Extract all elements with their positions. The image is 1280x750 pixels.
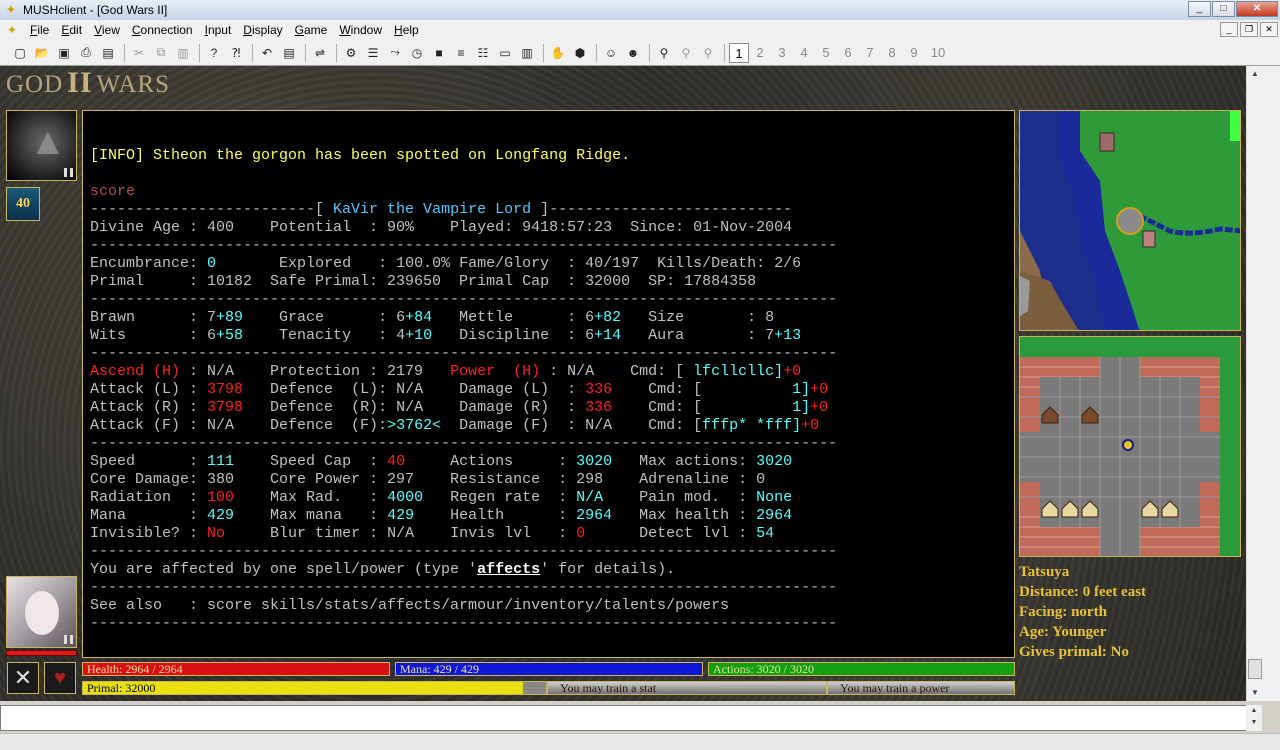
help-icon[interactable]: ? bbox=[204, 43, 224, 63]
scroll-down-icon[interactable]: ▼ bbox=[1247, 685, 1263, 701]
menu-edit[interactable]: Edit bbox=[55, 20, 88, 40]
app-icon: ✦ bbox=[5, 2, 17, 17]
print-icon[interactable]: ⎙ bbox=[76, 43, 96, 63]
notes-icon[interactable]: ▤ bbox=[279, 43, 299, 63]
list-icon[interactable]: ☰ bbox=[363, 43, 383, 63]
grip-icon bbox=[64, 168, 73, 177]
menu-bar: ✦ File Edit View Connection Input Displa… bbox=[0, 20, 1280, 40]
mdi-restore-button[interactable]: ❐ bbox=[1240, 22, 1258, 37]
command-scrollbar[interactable]: ▲ ▼ bbox=[1246, 705, 1262, 731]
window-edge bbox=[1262, 66, 1280, 701]
connect-icon[interactable]: ⇌ bbox=[310, 43, 330, 63]
game-logo: GOD II WARS bbox=[6, 66, 170, 99]
train-power-bar[interactable]: You may train a power bbox=[827, 681, 1015, 695]
world-tab-3[interactable]: 3 bbox=[771, 43, 793, 63]
scroll-up-icon[interactable]: ▲ bbox=[1247, 66, 1263, 82]
chat-icon[interactable]: ☺ bbox=[601, 43, 621, 63]
actions-bar: Actions: 3020 / 3020 bbox=[708, 662, 1015, 676]
portrait-health-bar bbox=[6, 650, 77, 656]
highlight-icon[interactable]: ✋ bbox=[548, 43, 568, 63]
menu-display[interactable]: Display bbox=[237, 20, 288, 40]
copy-icon[interactable]: ⧉ bbox=[151, 43, 171, 63]
document-icon[interactable]: ✦ bbox=[4, 22, 20, 38]
status-bar bbox=[0, 733, 1280, 750]
menu-help[interactable]: Help bbox=[388, 20, 425, 40]
minimize-button[interactable]: _ bbox=[1188, 1, 1211, 17]
timer-icon[interactable]: ◷ bbox=[407, 43, 427, 63]
cut-icon[interactable]: ✂ bbox=[129, 43, 149, 63]
grip-icon bbox=[64, 635, 73, 644]
target-primal: Gives primal: No bbox=[1019, 644, 1129, 660]
trigger-icon[interactable]: ☷ bbox=[473, 43, 493, 63]
train-stat-bar[interactable]: You may train a stat bbox=[547, 681, 827, 695]
open-icon[interactable]: 📂 bbox=[32, 43, 52, 63]
find-icon[interactable]: ⚲ bbox=[654, 43, 674, 63]
close-button[interactable]: ✕ bbox=[1236, 1, 1278, 17]
target-name: Tatsuya bbox=[1019, 564, 1070, 580]
target-info: Tatsuya Distance: 0 feet east Facing: no… bbox=[1019, 562, 1241, 662]
menu-connection[interactable]: Connection bbox=[126, 20, 199, 40]
room-map[interactable] bbox=[1019, 336, 1241, 557]
world-tab-9[interactable]: 9 bbox=[903, 43, 925, 63]
menu-game[interactable]: Game bbox=[289, 20, 334, 40]
menu-file[interactable]: File bbox=[24, 20, 55, 40]
primal-bar: Primal: 32000 bbox=[82, 681, 547, 695]
world-tab-2[interactable]: 2 bbox=[749, 43, 771, 63]
game-output: [INFO] Stheon the gorgon has been spotte… bbox=[82, 110, 1015, 658]
affects-link[interactable]: affects bbox=[477, 561, 540, 578]
world-tab-7[interactable]: 7 bbox=[859, 43, 881, 63]
menu-view[interactable]: View bbox=[88, 20, 126, 40]
mdi-close-button[interactable]: ✕ bbox=[1260, 22, 1278, 37]
world-tab-10[interactable]: 10 bbox=[925, 43, 951, 63]
window-icon[interactable]: ■ bbox=[429, 43, 449, 63]
variables-icon[interactable]: ▥ bbox=[517, 43, 537, 63]
scroll-thumb[interactable] bbox=[1248, 659, 1262, 679]
character-portrait[interactable] bbox=[6, 576, 77, 648]
vital-bars: Health: 2964 / 2964 Mana: 429 / 429 Acti… bbox=[82, 662, 1015, 676]
world-window: GOD II WARS ▲ 40 ✕ ♥ [INFO] Stheon the gor… bbox=[0, 66, 1246, 701]
creature-portrait[interactable]: ▲ bbox=[6, 110, 77, 181]
paste-icon[interactable]: ▥ bbox=[173, 43, 193, 63]
undo-icon[interactable]: ↶ bbox=[257, 43, 277, 63]
world-tab-6[interactable]: 6 bbox=[837, 43, 859, 63]
crossed-swords-icon[interactable]: ✕ bbox=[7, 662, 39, 694]
config-icon[interactable]: ⚙ bbox=[341, 43, 361, 63]
heart-icon[interactable]: ♥ bbox=[44, 662, 76, 694]
mana-bar: Mana: 429 / 429 bbox=[395, 662, 703, 676]
find-next-icon[interactable]: ⚲ bbox=[676, 43, 696, 63]
face-icon bbox=[25, 591, 59, 635]
target-facing: Facing: north bbox=[1019, 604, 1107, 620]
command-input[interactable] bbox=[0, 705, 1262, 731]
toolbar: ▢ 📂 ▣ ⎙ ▤ ✂ ⧉ ▥ ? ⁈ ↶ ▤ ⇌ ⚙ ☰ ⤳ ◷ ■ ≡ ☷ … bbox=[0, 40, 1280, 66]
window-title: MUSHclient - [God Wars II] bbox=[23, 3, 168, 17]
maximize-button[interactable]: □ bbox=[1212, 1, 1235, 17]
world-tab-8[interactable]: 8 bbox=[881, 43, 903, 63]
world-tab-4[interactable]: 4 bbox=[793, 43, 815, 63]
log-icon[interactable]: ≡ bbox=[451, 43, 471, 63]
alias-icon[interactable]: ▭ bbox=[495, 43, 515, 63]
new-icon[interactable]: ▢ bbox=[10, 43, 30, 63]
output-scrollbar[interactable]: ▲ ▼ bbox=[1246, 66, 1262, 701]
menu-input[interactable]: Input bbox=[199, 20, 238, 40]
health-bar: Health: 2964 / 2964 bbox=[82, 662, 390, 676]
macro-icon[interactable]: ⤳ bbox=[385, 43, 405, 63]
save-icon[interactable]: ▣ bbox=[54, 43, 74, 63]
find-prev-icon[interactable]: ⚲ bbox=[698, 43, 718, 63]
context-help-icon[interactable]: ⁈ bbox=[226, 43, 246, 63]
world-tab-1[interactable]: 1 bbox=[729, 42, 749, 63]
training-bars: Primal: 32000 You may train a stat You m… bbox=[82, 681, 1015, 695]
level-badge[interactable]: 40 bbox=[6, 187, 40, 221]
players-icon[interactable]: ☻ bbox=[623, 43, 643, 63]
title-bar: ✦ MUSHclient - [God Wars II] _ □ ✕ bbox=[0, 0, 1280, 20]
menu-window[interactable]: Window bbox=[333, 20, 388, 40]
mdi-minimize-button[interactable]: _ bbox=[1220, 22, 1238, 37]
target-distance: Distance: 0 feet east bbox=[1019, 584, 1147, 600]
wolf-icon: ▲ bbox=[29, 121, 67, 163]
print-preview-icon[interactable]: ▤ bbox=[98, 43, 118, 63]
world-tab-5[interactable]: 5 bbox=[815, 43, 837, 63]
target-age: Age: Younger bbox=[1019, 624, 1107, 640]
overview-map[interactable] bbox=[1019, 110, 1241, 331]
plugins-icon[interactable]: ⬢ bbox=[570, 43, 590, 63]
